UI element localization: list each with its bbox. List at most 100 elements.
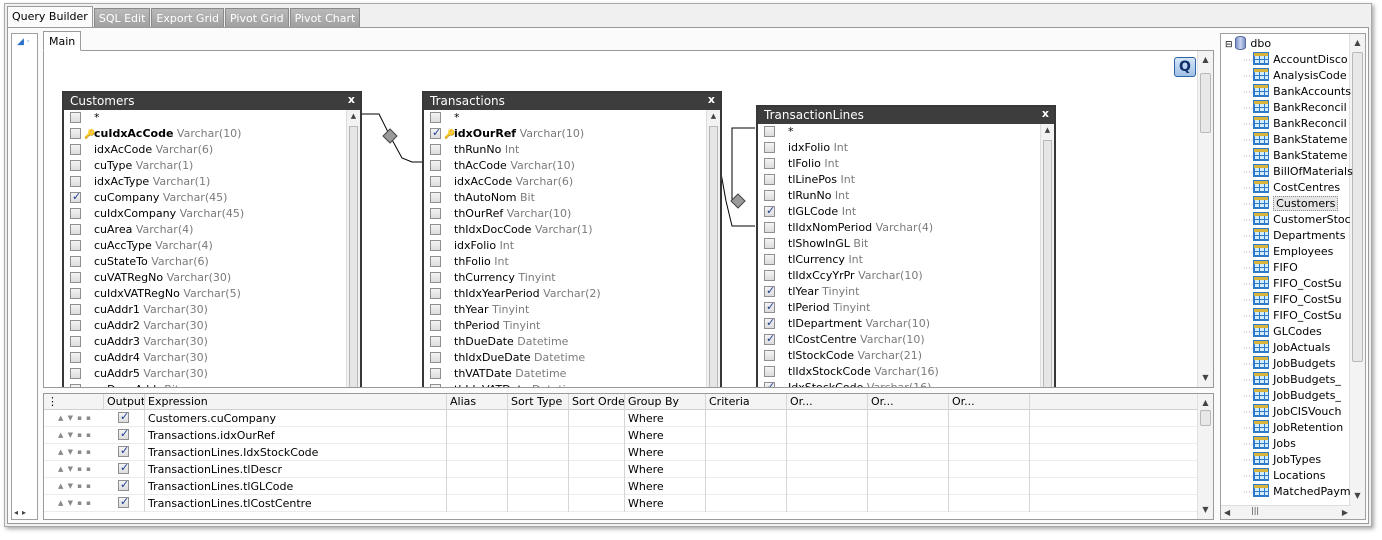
group-by-cell[interactable]: Where: [625, 461, 706, 478]
field-row[interactable]: thVATDate Datetime: [424, 366, 706, 382]
field-row[interactable]: cuVATRegNo Varchar(30): [64, 270, 346, 286]
field-row[interactable]: thOurRef Varchar(10): [424, 206, 706, 222]
tree-item[interactable]: ···· JobBudgets: [1243, 356, 1335, 372]
output-cell[interactable]: [104, 461, 145, 478]
output-checkbox[interactable]: [118, 427, 129, 442]
query-properties-button[interactable]: Q: [1174, 57, 1196, 77]
tab-pivot-grid[interactable]: Pivot Grid: [225, 8, 289, 28]
diagram-vertical-scrollbar[interactable]: ▲ ▼: [1197, 51, 1213, 387]
group-by-cell[interactable]: Where: [625, 495, 706, 512]
table-row[interactable]: ▲ ▼ ▪ ▪ TransactionLines.tlCostCentre Wher…: [44, 495, 1213, 512]
group-by-cell[interactable]: Where: [625, 427, 706, 444]
field-checkbox[interactable]: [430, 256, 441, 267]
tree-item[interactable]: ···· AccountDisco: [1243, 52, 1348, 68]
field-checkbox[interactable]: [70, 224, 81, 235]
grid-column-header[interactable]: Sort Type: [508, 394, 569, 410]
grid-cell[interactable]: [508, 444, 569, 461]
field-checkbox[interactable]: [70, 189, 81, 205]
grid-cell[interactable]: [868, 478, 949, 495]
field-row[interactable]: cuAccType Varchar(4): [64, 238, 346, 254]
expression-cell[interactable]: TransactionLines.tlDescr: [145, 461, 447, 478]
tree-item[interactable]: ···· BankReconcil: [1243, 116, 1347, 132]
tree-item[interactable]: ···· BankStateme: [1243, 132, 1347, 148]
grid-cell[interactable]: [569, 427, 625, 444]
field-row[interactable]: tlCurrency Int: [758, 252, 1040, 268]
field-row[interactable]: cuType Varchar(1): [64, 158, 346, 174]
table-title-bar[interactable]: Transactions x: [424, 93, 720, 110]
field-checkbox[interactable]: [430, 125, 441, 141]
tree-item[interactable]: ···· CustomerStoc: [1243, 212, 1351, 228]
field-checkbox[interactable]: [70, 336, 81, 347]
table-scroll-thumb[interactable]: [1043, 140, 1052, 387]
field-checkbox[interactable]: [70, 144, 81, 155]
output-checkbox[interactable]: [118, 478, 129, 493]
tree-item[interactable]: ···· JobCISVouch: [1243, 404, 1341, 420]
grid-cell[interactable]: [949, 461, 1030, 478]
tree-item[interactable]: ···· JobActuals: [1243, 340, 1330, 356]
field-row[interactable]: thAcCode Varchar(10): [424, 158, 706, 174]
field-row[interactable]: cuAddr2 Varchar(30): [64, 318, 346, 334]
grid-cell[interactable]: [508, 410, 569, 427]
field-checkbox[interactable]: [70, 176, 81, 187]
grid-column-header[interactable]: Or...: [868, 394, 949, 410]
expression-cell[interactable]: TransactionLines.tlCostCentre: [145, 495, 447, 512]
field-row[interactable]: tlPeriod Tinyint: [758, 299, 1040, 316]
field-row[interactable]: idxAcType Varchar(1): [64, 174, 346, 190]
field-checkbox[interactable]: [70, 160, 81, 171]
field-row[interactable]: cuStateTo Varchar(6): [64, 254, 346, 270]
grid-cell[interactable]: [569, 461, 625, 478]
close-icon[interactable]: x: [708, 93, 715, 106]
row-move-controls-icon[interactable]: ▲ ▼ ▪ ▪: [44, 444, 104, 461]
grid-cell[interactable]: [949, 427, 1030, 444]
close-icon[interactable]: x: [348, 93, 355, 106]
grid-column-header[interactable]: Criteria: [706, 394, 787, 410]
field-checkbox[interactable]: [70, 320, 81, 331]
table-title-bar[interactable]: Customers x: [64, 93, 360, 110]
field-row[interactable]: tlDepartment Varchar(10): [758, 315, 1040, 332]
field-checkbox[interactable]: [764, 203, 775, 219]
tree-item[interactable]: ···· Locations: [1243, 468, 1325, 484]
field-row[interactable]: tlYear Tinyint: [758, 283, 1040, 300]
field-row[interactable]: cuAddr3 Varchar(30): [64, 334, 346, 350]
grid-cell[interactable]: [787, 495, 868, 512]
panel-marker-icon[interactable]: ◢ ·: [17, 37, 30, 47]
grid-column-header[interactable]: Sort Order: [569, 394, 625, 410]
grid-column-header[interactable]: Output: [104, 394, 145, 410]
field-row[interactable]: tlIdxCcyYrPr Varchar(10): [758, 268, 1040, 284]
field-checkbox[interactable]: [430, 224, 441, 235]
field-row[interactable]: tlIdxNomPeriod Varchar(4): [758, 220, 1040, 236]
tree-item[interactable]: ···· FIFO_CostSu: [1243, 276, 1342, 292]
field-checkbox[interactable]: [764, 331, 775, 347]
diagram-scroll-thumb[interactable]: [1200, 73, 1211, 133]
table-scroll-thumb[interactable]: [349, 126, 358, 387]
field-row[interactable]: tlStockCode Varchar(21): [758, 348, 1040, 364]
tree-horizontal-scrollbar[interactable]: ◀ ||| ▶: [1221, 505, 1351, 519]
grid-cell[interactable]: [447, 478, 508, 495]
table-box-transactionlines[interactable]: TransactionLines x * idxFolio Int tlFolio I…: [756, 105, 1056, 387]
row-move-controls-icon[interactable]: ▲ ▼ ▪ ▪: [44, 461, 104, 478]
field-checkbox[interactable]: [70, 272, 81, 283]
grid-scroll-thumb[interactable]: [1200, 410, 1211, 426]
expression-cell[interactable]: Customers.cuCompany: [145, 410, 447, 427]
collapse-icon[interactable]: ⊟: [1225, 40, 1235, 50]
join-diamond-icon[interactable]: [730, 193, 746, 209]
tree-item[interactable]: ···· FIFO: [1243, 260, 1298, 276]
close-icon[interactable]: x: [1042, 107, 1049, 120]
tree-item[interactable]: ···· BankAccounts: [1243, 84, 1351, 100]
field-row[interactable]: thIdxVATDate Datetime: [424, 382, 706, 387]
tree-item[interactable]: ···· Jobs: [1243, 436, 1296, 452]
grid-column-header[interactable]: Or...: [949, 394, 1030, 410]
grid-cell[interactable]: [447, 410, 508, 427]
field-checkbox[interactable]: [430, 176, 441, 187]
tab-export-grid[interactable]: Export Grid: [151, 8, 225, 28]
field-row[interactable]: cuArea Varchar(4): [64, 222, 346, 238]
field-checkbox[interactable]: [764, 254, 775, 265]
field-checkbox[interactable]: [764, 350, 775, 361]
grid-cell[interactable]: [569, 410, 625, 427]
field-row[interactable]: cuIdxCompany Varchar(45): [64, 206, 346, 222]
tab-sql-edit[interactable]: SQL Edit: [93, 8, 151, 28]
expression-cell[interactable]: TransactionLines.IdxStockCode: [145, 444, 447, 461]
output-checkbox[interactable]: [118, 410, 129, 425]
grid-cell[interactable]: [706, 410, 787, 427]
field-checkbox[interactable]: [430, 336, 441, 347]
